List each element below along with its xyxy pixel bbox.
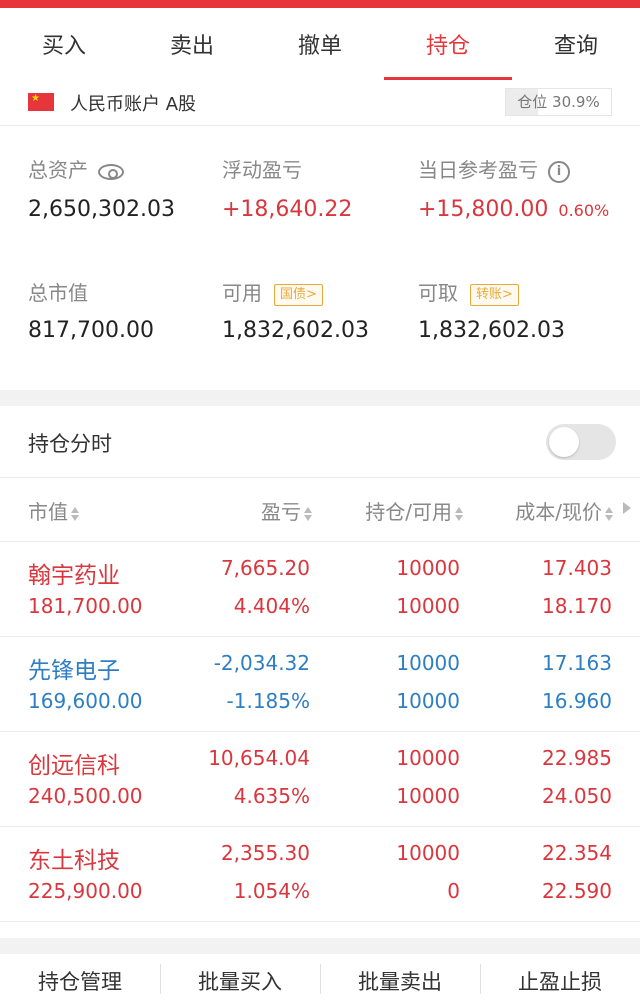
stock-profit-loss: -2,034.32: [213, 651, 310, 675]
total-assets-value: 2,650,302.03: [28, 197, 175, 222]
withdrawable-label: 可取 转账>: [418, 277, 519, 306]
withdrawable-value: 1,832,602.03: [418, 318, 565, 343]
sort-icon: [455, 506, 463, 522]
stock-cost: 22.985: [542, 746, 612, 770]
stock-price: 24.050: [542, 784, 612, 808]
position-ratio-text: 仓位 30.9%: [517, 93, 600, 111]
stock-cost: 17.403: [542, 556, 612, 580]
stock-available: 10000: [396, 784, 460, 808]
stock-profit-loss-percent: 4.404%: [233, 594, 310, 618]
floating-pl-label: 浮动盈亏: [222, 158, 302, 182]
stock-market-value: 181,700.00: [28, 594, 143, 618]
position-management-button[interactable]: 持仓管理: [0, 954, 160, 1008]
sort-icon: [304, 506, 312, 522]
toggle-knob: [549, 427, 579, 457]
stock-profit-loss-percent: -1.185%: [226, 689, 310, 713]
stock-holding: 10000: [396, 841, 460, 865]
stock-cost: 22.354: [542, 841, 612, 865]
table-row[interactable]: 先锋电子 169,600.00 -2,034.32 -1.185% 10000 …: [0, 637, 640, 732]
stock-profit-loss: 10,654.04: [208, 746, 310, 770]
trade-tabs: 买入 卖出 撤单 持仓 查询: [0, 8, 640, 80]
scroll-right-icon[interactable]: [623, 502, 631, 514]
sort-icon: [71, 506, 79, 522]
stock-holding: 10000: [396, 556, 460, 580]
timeshare-label: 持仓分时: [28, 432, 112, 456]
account-label: 人民币账户 A股: [70, 94, 197, 115]
timeshare-toggle[interactable]: [546, 424, 616, 460]
available-value: 1,832,602.03: [222, 318, 369, 343]
positions-table: 市值 盈亏 持仓/可用 成本/现价 翰宇药业 181,700.00 7,665.…: [0, 478, 640, 938]
bond-tag-button[interactable]: 国债>: [274, 283, 323, 306]
info-icon[interactable]: i: [548, 160, 570, 183]
stock-market-value: 240,500.00: [28, 784, 143, 808]
top-accent-bar: [0, 0, 640, 8]
tab-query[interactable]: 查询: [512, 8, 640, 80]
eye-icon[interactable]: [98, 163, 124, 180]
total-assets-label: 总资产: [28, 154, 124, 183]
position-ratio-badge: 仓位 30.9%: [505, 88, 612, 116]
tab-positions[interactable]: 持仓: [384, 8, 512, 80]
stock-profit-loss: 7,665.20: [220, 556, 310, 580]
stock-holding: 10000: [396, 746, 460, 770]
account-summary: ★ 人民币账户 A股 仓位 30.9% 总资产 2,650,302.03 浮动盈…: [0, 80, 640, 390]
header-profit-loss[interactable]: 盈亏: [261, 496, 312, 525]
account-selector[interactable]: ★ 人民币账户 A股 仓位 30.9%: [0, 80, 640, 126]
stock-available: 10000: [396, 689, 460, 713]
floating-pl-value: +18,640.22: [222, 197, 353, 222]
header-holding-available[interactable]: 持仓/可用: [365, 496, 463, 525]
position-timeshare-row: 持仓分时: [0, 406, 640, 478]
table-row[interactable]: 东土科技 225,900.00 2,355.30 1.054% 10000 0 …: [0, 827, 640, 922]
daily-pl-label: 当日参考盈亏 i: [418, 154, 570, 183]
stock-name: 先锋电子: [28, 658, 120, 684]
stock-available: 0: [447, 879, 460, 903]
china-flag-icon: ★: [28, 93, 54, 111]
stock-price: 16.960: [542, 689, 612, 713]
header-market-value[interactable]: 市值: [28, 496, 79, 525]
stock-name: 创远信科: [28, 753, 120, 779]
stock-holding: 10000: [396, 651, 460, 675]
tab-cancel[interactable]: 撤单: [256, 8, 384, 80]
transfer-tag-button[interactable]: 转账>: [470, 283, 519, 306]
market-value-value: 817,700.00: [28, 318, 154, 343]
stock-cost: 17.163: [542, 651, 612, 675]
table-header: 市值 盈亏 持仓/可用 成本/现价: [0, 478, 640, 542]
stock-market-value: 169,600.00: [28, 689, 143, 713]
stock-profit-loss: 2,355.30: [220, 841, 310, 865]
stock-name: 东土科技: [28, 848, 120, 874]
bottom-action-bar: 持仓管理 批量买入 批量卖出 止盈止损: [0, 954, 640, 1008]
batch-sell-button[interactable]: 批量卖出: [320, 954, 480, 1008]
daily-pl-percent: 0.60%: [558, 201, 610, 220]
sort-icon: [605, 506, 613, 522]
batch-buy-button[interactable]: 批量买入: [160, 954, 320, 1008]
stock-market-value: 225,900.00: [28, 879, 143, 903]
table-row[interactable]: 翰宇药业 181,700.00 7,665.20 4.404% 10000 10…: [0, 542, 640, 637]
stock-price: 22.590: [542, 879, 612, 903]
take-profit-stop-loss-button[interactable]: 止盈止损: [480, 954, 640, 1008]
market-value-label: 总市值: [28, 281, 88, 305]
stock-available: 10000: [396, 594, 460, 618]
tab-buy[interactable]: 买入: [0, 8, 128, 80]
table-row[interactable]: 创远信科 240,500.00 10,654.04 4.635% 10000 1…: [0, 732, 640, 827]
tab-sell[interactable]: 卖出: [128, 8, 256, 80]
available-label: 可用 国债>: [222, 277, 323, 306]
stock-profit-loss-percent: 4.635%: [233, 784, 310, 808]
stock-profit-loss-percent: 1.054%: [233, 879, 310, 903]
daily-pl-value: +15,800.00 0.60%: [418, 197, 610, 222]
header-cost-price[interactable]: 成本/现价: [515, 496, 613, 525]
stock-name: 翰宇药业: [28, 563, 120, 589]
stock-price: 18.170: [542, 594, 612, 618]
